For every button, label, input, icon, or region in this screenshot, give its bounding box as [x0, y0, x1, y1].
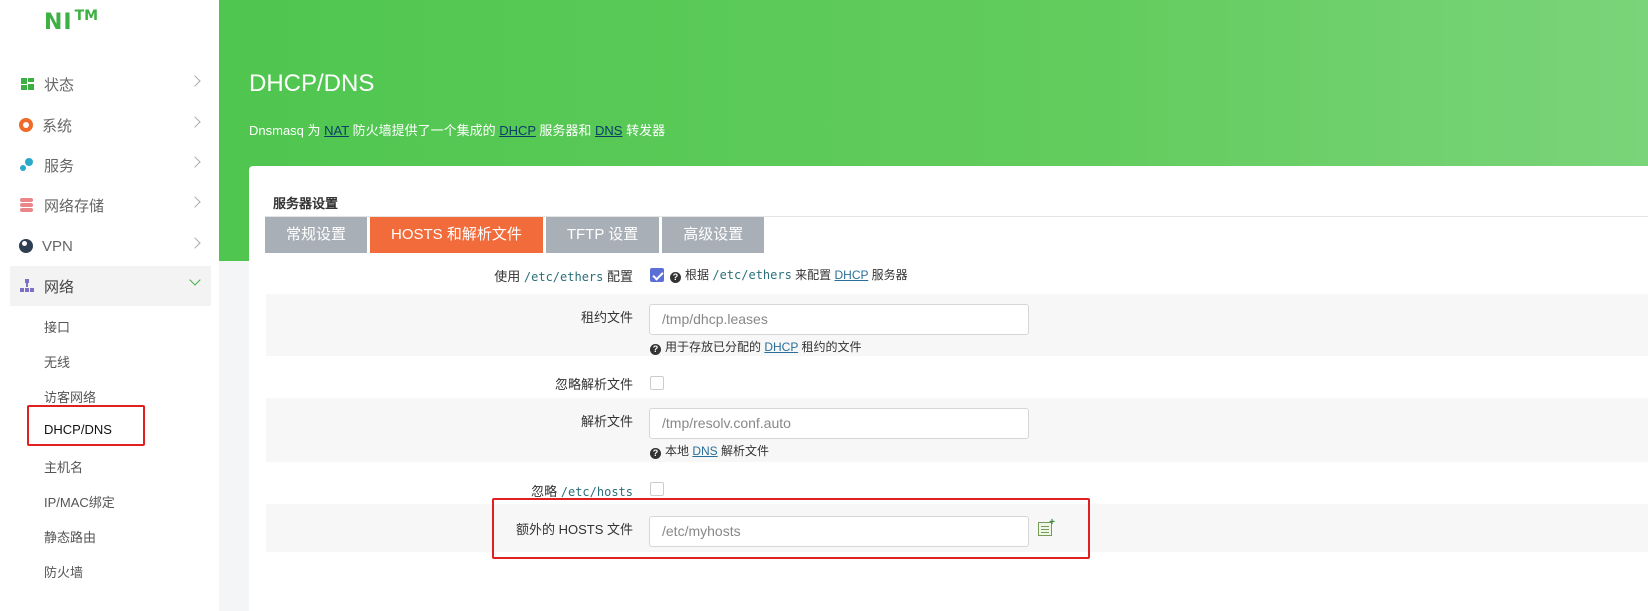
sidebar-item-services[interactable]: 服务 — [10, 145, 211, 185]
help-part: 租约的文件 — [798, 340, 862, 354]
sidebar-item-label: VPN — [42, 237, 73, 255]
desc-text: 服务器和 — [535, 123, 596, 138]
resolvfile-input[interactable]: /tmp/resolv.conf.auto — [649, 408, 1029, 439]
network-icon — [19, 278, 35, 294]
chevron-right-icon — [189, 116, 201, 128]
dhcp-link[interactable]: DHCP — [499, 123, 536, 138]
desc-text: 防火墙提供了一个集成的 — [348, 123, 500, 138]
noresolv-checkbox[interactable] — [650, 376, 664, 390]
sidebar-subitem-static-routes[interactable]: 静态路由 — [44, 527, 96, 546]
sidebar-item-label: 系统 — [42, 117, 73, 135]
section-title: 服务器设置 — [273, 196, 339, 211]
sidebar-item-label: 服务 — [44, 157, 75, 175]
desc-text: Dnsmasq 为 — [249, 123, 325, 138]
globe-icon — [19, 239, 33, 253]
question-icon: ? — [650, 344, 661, 355]
logo-tm: TM — [74, 8, 99, 24]
ethers-checkbox[interactable] — [650, 268, 664, 282]
tab-general[interactable]: 常规设置 — [265, 217, 368, 253]
gear-icon — [19, 118, 33, 132]
field-label: 解析文件 — [580, 414, 633, 429]
sidebar-subitem-guest-network[interactable]: 访客网络 — [44, 387, 96, 406]
form-row-ethers: 使用 /etc/ethers 配置 ? 根据 /etc/ethers 来配置 DH… — [266, 254, 1648, 294]
field-label: 使用 /etc/ethers 配置 — [494, 266, 633, 285]
sidebar-subitem-firewall[interactable]: 防火墙 — [44, 562, 83, 581]
sidebar: NI TM 状态 系统 服务 网络存储 VPN 网络 接口 无线 访客网络 DH… — [0, 0, 219, 611]
field-label: 租约文件 — [580, 310, 633, 325]
help-part: 来配置 — [791, 268, 835, 282]
sidebar-item-vpn[interactable]: VPN — [10, 226, 211, 266]
field-label: 忽略解析文件 — [554, 377, 633, 392]
logo[interactable]: NI TM — [44, 8, 99, 35]
sidebar-subitem-ip-mac-binding[interactable]: IP/MAC绑定 — [44, 492, 115, 511]
tab-hosts-resolv[interactable]: HOSTS 和解析文件 — [370, 217, 543, 253]
help-part: 解析文件 — [717, 444, 770, 458]
sidebar-subitem-hostnames[interactable]: 主机名 — [44, 457, 83, 476]
services-icon — [19, 157, 35, 173]
tab-advanced[interactable]: 高级设置 — [662, 217, 765, 253]
sidebar-item-label: 网络存储 — [44, 197, 105, 215]
help-part: 用于存放已分配的 — [665, 340, 765, 354]
help-path: /etc/ethers — [712, 268, 792, 282]
help-text: ? 本地 DNS 解析文件 — [650, 442, 769, 459]
question-icon: ? — [650, 448, 661, 459]
leasefile-input[interactable]: /tmp/dhcp.leases — [649, 304, 1029, 335]
sidebar-item-label: 状态 — [44, 76, 75, 94]
help-part: 本地 — [665, 444, 693, 458]
page-title: DHCP/DNS — [249, 70, 375, 97]
sidebar-item-network[interactable]: 网络 — [10, 266, 211, 306]
help-part: 服务器 — [868, 268, 908, 282]
sidebar-item-label: 网络 — [44, 278, 75, 296]
nat-link[interactable]: NAT — [324, 123, 349, 138]
sidebar-subitem-interfaces[interactable]: 接口 — [44, 317, 70, 336]
label-text: 配置 — [603, 269, 633, 284]
sidebar-item-system[interactable]: 系统 — [10, 105, 211, 145]
chevron-right-icon — [189, 196, 201, 208]
highlight-box-addnhosts — [492, 498, 1090, 559]
tab-tftp[interactable]: TFTP 设置 — [545, 217, 660, 253]
form-row-leasefile: 租约文件 /tmp/dhcp.leases ? 用于存放已分配的 DHCP 租约的… — [266, 294, 1648, 356]
label-text: 忽略 — [531, 484, 561, 499]
help-text: ? 根据 /etc/ethers 来配置 DHCP 服务器 — [670, 266, 908, 283]
sidebar-subitem-wireless[interactable]: 无线 — [44, 352, 70, 371]
page-description: Dnsmasq 为 NAT 防火墙提供了一个集成的 DHCP 服务器和 DNS … — [249, 120, 665, 139]
form-row-resolvfile: 解析文件 /tmp/resolv.conf.auto ? 本地 DNS 解析文件 — [266, 398, 1648, 462]
dhcp-help-link[interactable]: DHCP — [835, 268, 869, 282]
dashboard-icon — [19, 76, 35, 92]
dhcp-help-link[interactable]: DHCP — [764, 340, 798, 354]
sidebar-item-nas[interactable]: 网络存储 — [10, 185, 211, 225]
database-icon — [19, 197, 35, 213]
label-path: /etc/ethers — [523, 270, 604, 284]
help-part: 根据 — [685, 268, 713, 282]
dns-help-link[interactable]: DNS — [692, 444, 717, 458]
sidebar-item-status[interactable]: 状态 — [10, 64, 211, 104]
help-text: ? 用于存放已分配的 DHCP 租约的文件 — [650, 338, 861, 355]
label-path: /etc/hosts — [560, 485, 633, 499]
chevron-right-icon — [189, 237, 201, 249]
desc-text: 转发器 — [622, 123, 666, 138]
chevron-right-icon — [189, 75, 201, 87]
logo-text: NI — [44, 10, 73, 35]
label-text: 使用 — [494, 269, 524, 284]
tab-bar: 常规设置 HOSTS 和解析文件 TFTP 设置 高级设置 — [265, 217, 767, 253]
dns-link[interactable]: DNS — [595, 123, 622, 138]
highlight-box-sidebar — [27, 405, 145, 446]
nohosts-checkbox[interactable] — [650, 482, 664, 496]
settings-card: 服务器设置 常规设置 HOSTS 和解析文件 TFTP 设置 高级设置 使用 /… — [249, 166, 1648, 611]
form-row-noresolv: 忽略解析文件 — [266, 356, 1648, 398]
question-icon: ? — [670, 272, 681, 283]
chevron-down-icon — [189, 274, 201, 286]
chevron-right-icon — [189, 156, 201, 168]
